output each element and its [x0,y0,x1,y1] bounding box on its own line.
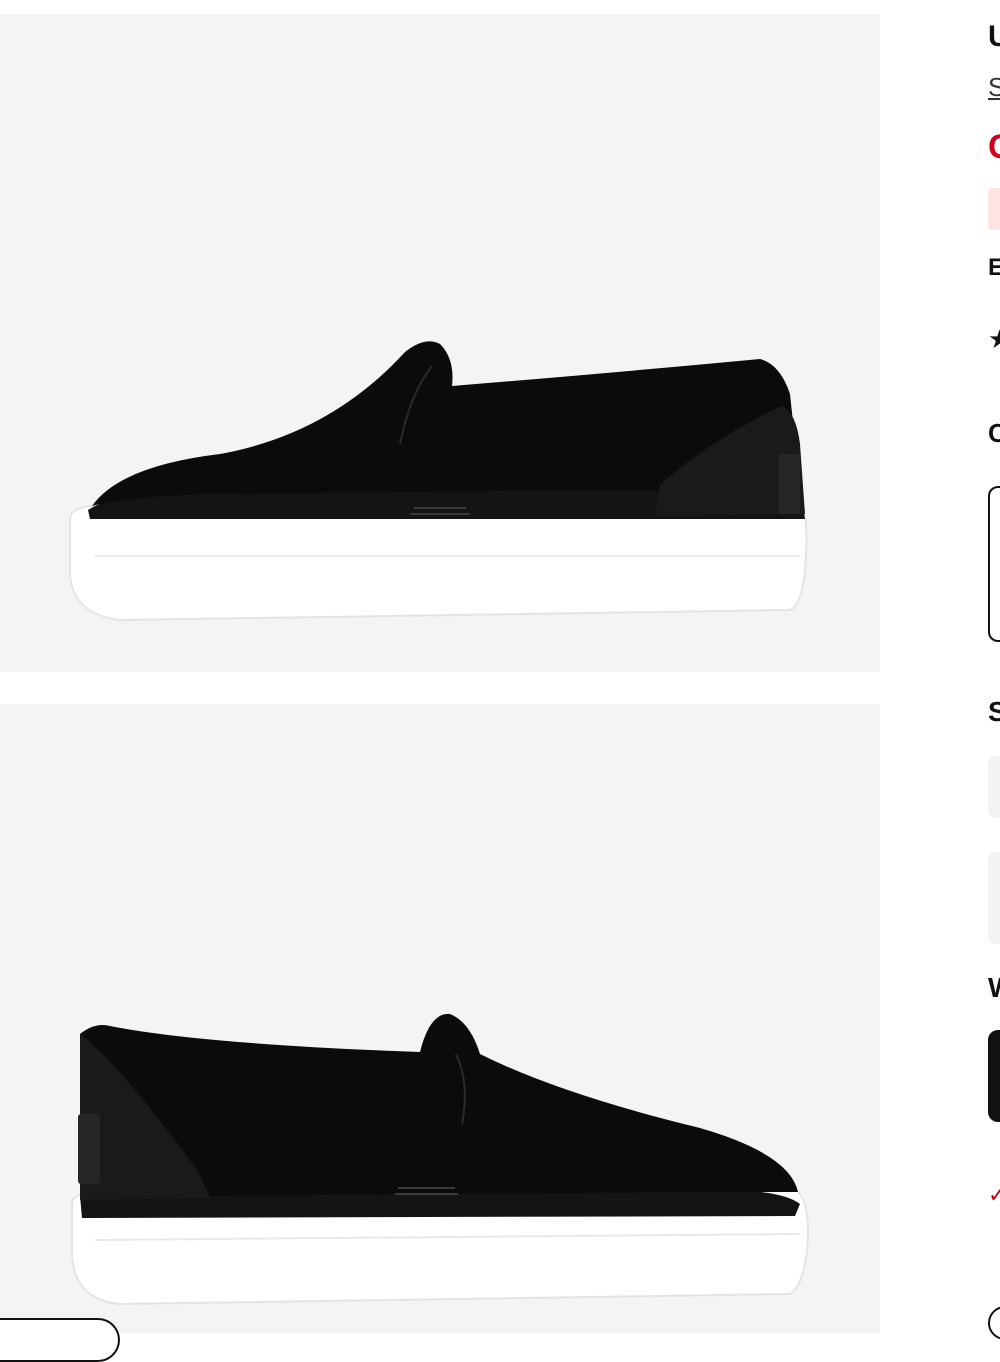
gallery-pill-button[interactable] [0,1318,120,1362]
heel-tab [778,454,800,514]
product-subtitle-link[interactable]: S [988,74,1000,100]
star-icon[interactable]: ★ [988,326,1000,352]
product-image-2[interactable] [0,704,880,1333]
heel-tab [78,1114,100,1184]
product-price: C [988,130,1000,164]
promo-icon: ✓ [988,1182,1000,1207]
product-title: U [988,20,1000,53]
shoe-sole [69,505,808,622]
size-option[interactable] [988,756,1000,818]
product-label: E [988,254,1000,281]
size-option[interactable] [988,852,1000,944]
info-circle-icon[interactable] [988,1306,1000,1340]
sale-badge [988,188,1000,230]
color-heading: C [988,418,1000,448]
add-to-bag-button[interactable] [988,1030,1000,1122]
shoe-side-right-illustration [71,1013,810,1306]
shoe-side-left-illustration [69,341,808,622]
color-swatch-selected[interactable] [988,486,1000,642]
size-heading: S [988,696,1000,727]
product-image-1[interactable] [0,14,880,672]
width-heading: W [988,974,1000,1002]
